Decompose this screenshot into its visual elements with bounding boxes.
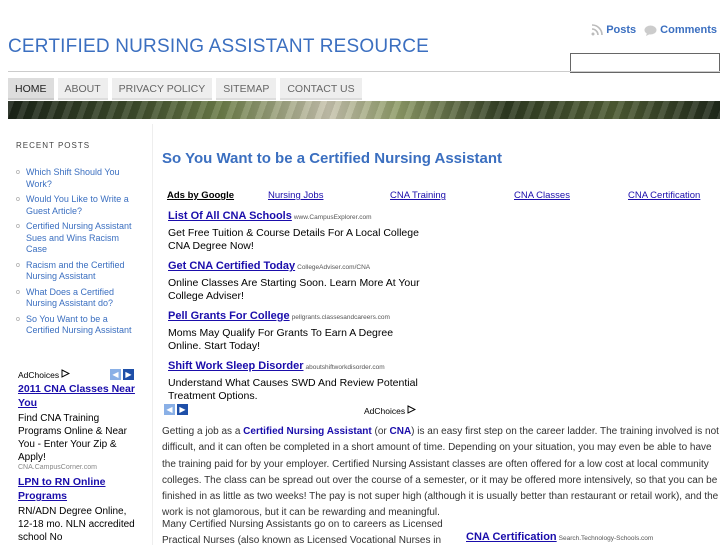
- header-divider: [8, 71, 720, 72]
- nav-tab-privacy-policy[interactable]: PRIVACY POLICY: [111, 78, 213, 100]
- ads-by-google-link[interactable]: Ads by Google: [167, 190, 234, 201]
- nav-tab-contact-us[interactable]: CONTACT US: [280, 78, 362, 100]
- comment-bubble-icon: [644, 25, 657, 36]
- text-ad-title[interactable]: CNA Certification: [466, 531, 557, 543]
- paragraph-text: (or: [371, 426, 390, 437]
- nav-tab-about[interactable]: ABOUT: [57, 78, 108, 100]
- feed-links: Posts Comments: [591, 24, 717, 36]
- post-paragraph: Getting a job as a Certified Nursing Ass…: [162, 424, 722, 522]
- ad-link-cna-classes[interactable]: CNA Classes: [514, 190, 570, 201]
- adchoices-link[interactable]: AdChoices: [18, 369, 71, 380]
- ad-prev-icon[interactable]: ◀: [164, 404, 175, 415]
- ad-next-icon[interactable]: ▶: [177, 404, 188, 415]
- adchoices-label: AdChoices: [364, 405, 406, 416]
- text-ad: Shift Work Sleep Disorder aboutshiftworkd…: [168, 356, 428, 403]
- text-ad-description: Online Classes Are Starting Soon. Learn …: [168, 277, 420, 302]
- recent-posts-heading: RECENT POSTS: [16, 141, 91, 150]
- text-ad: Pell Grants For College pellgrants.classe…: [168, 306, 428, 353]
- nav-tab-home[interactable]: HOME: [8, 78, 54, 100]
- main-nav: HOME ABOUT PRIVACY POLICY SITEMAP CONTAC…: [8, 78, 362, 100]
- text-ad-description: Moms May Qualify For Grants To Earn A De…: [168, 327, 394, 352]
- text-ad-url[interactable]: pellgrants.classesandcareers.com: [292, 314, 390, 321]
- paragraph-text: Getting a job as a: [162, 426, 244, 437]
- comments-feed-label: Comments: [660, 24, 717, 36]
- post-paragraph: Many Certified Nursing Assistants go on …: [162, 519, 443, 545]
- site-title[interactable]: CERTIFIED NURSING ASSISTANT RESOURCE: [8, 36, 429, 58]
- ad-next-icon[interactable]: ▶: [123, 369, 134, 380]
- cna-abbrev-link[interactable]: CNA: [390, 426, 412, 437]
- rss-icon: [591, 24, 603, 36]
- text-ad-title[interactable]: List Of All CNA Schools: [168, 210, 292, 222]
- text-ad: Get CNA Certified Today CollegeAdviser.co…: [168, 256, 428, 303]
- adchoices-link[interactable]: AdChoices: [364, 405, 417, 416]
- text-ad-url[interactable]: Search.Technology-Schools.com: [559, 535, 654, 542]
- text-ad-description: Get Free Tuition & Course Details For A …: [168, 227, 419, 252]
- text-ad-title[interactable]: Shift Work Sleep Disorder: [168, 360, 304, 372]
- recent-post-link[interactable]: Would You Like to Write a Guest Article?: [16, 194, 142, 217]
- adchoices-icon: [407, 405, 417, 416]
- sidebar-ad-description: RN/ADN Degree Online, 12-18 mo. NLN accr…: [18, 506, 135, 543]
- recent-post-link[interactable]: Which Shift Should You Work?: [16, 167, 142, 190]
- adchoices-icon: [61, 369, 71, 380]
- ad-prev-icon[interactable]: ◀: [110, 369, 121, 380]
- adchoices-label: AdChoices: [18, 369, 60, 380]
- inline-text-ad: CNA Certification Search.Technology-Schoo…: [466, 531, 653, 543]
- recent-post-link[interactable]: So You Want to be a Certified Nursing As…: [16, 314, 142, 337]
- recent-post-link[interactable]: Certified Nursing Assistant Sues and Win…: [16, 221, 142, 256]
- text-ad-url[interactable]: CollegeAdviser.com/CNA: [297, 264, 370, 271]
- column-divider: [152, 124, 153, 545]
- ad-link-cna-training[interactable]: CNA Training: [390, 190, 446, 201]
- sidebar-ad-title[interactable]: 2011 CNA Classes Near You: [18, 382, 142, 410]
- text-ad-url[interactable]: aboutshiftworkdisorder.com: [306, 364, 385, 371]
- recent-posts-list: Which Shift Should You Work? Would You L…: [16, 167, 142, 341]
- text-ad-url[interactable]: www.CampusExplorer.com: [294, 214, 372, 221]
- post-title[interactable]: So You Want to be a Certified Nursing As…: [162, 150, 502, 167]
- search-input[interactable]: [570, 53, 720, 73]
- text-ad-title[interactable]: Get CNA Certified Today: [168, 260, 295, 272]
- sidebar-ad-description: Find CNA Training Programs Online & Near…: [18, 413, 127, 463]
- posts-feed-link[interactable]: Posts: [591, 24, 636, 36]
- sidebar-ad-unit: AdChoices ◀ ▶ 2011 CNA Classes Near You …: [18, 369, 142, 544]
- text-ad-description: Understand What Causes SWD And Review Po…: [168, 377, 418, 402]
- recent-post-link[interactable]: What Does a Certified Nursing Assistant …: [16, 287, 142, 310]
- paragraph-text: ) is an easy first step on the career la…: [162, 426, 719, 519]
- header-banner-image: [8, 101, 720, 119]
- nav-tab-sitemap[interactable]: SITEMAP: [216, 78, 277, 100]
- ad-link-nursing-jobs[interactable]: Nursing Jobs: [268, 190, 323, 201]
- text-ad-title[interactable]: Pell Grants For College: [168, 310, 290, 322]
- cna-keyword-link[interactable]: Certified Nursing Assistant: [243, 426, 372, 437]
- ad-link-cna-certification[interactable]: CNA Certification: [628, 190, 700, 201]
- sidebar-ad-title[interactable]: LPN to RN Online Programs: [18, 475, 142, 503]
- ad-pager: ◀ ▶: [164, 404, 188, 415]
- text-ad: List Of All CNA Schools www.CampusExplore…: [168, 206, 428, 253]
- comments-feed-link[interactable]: Comments: [644, 24, 717, 36]
- sidebar-ad-url[interactable]: CNA.CampusCorner.com: [18, 464, 142, 470]
- recent-post-link[interactable]: Racism and the Certified Nursing Assista…: [16, 260, 142, 283]
- posts-feed-label: Posts: [606, 24, 637, 36]
